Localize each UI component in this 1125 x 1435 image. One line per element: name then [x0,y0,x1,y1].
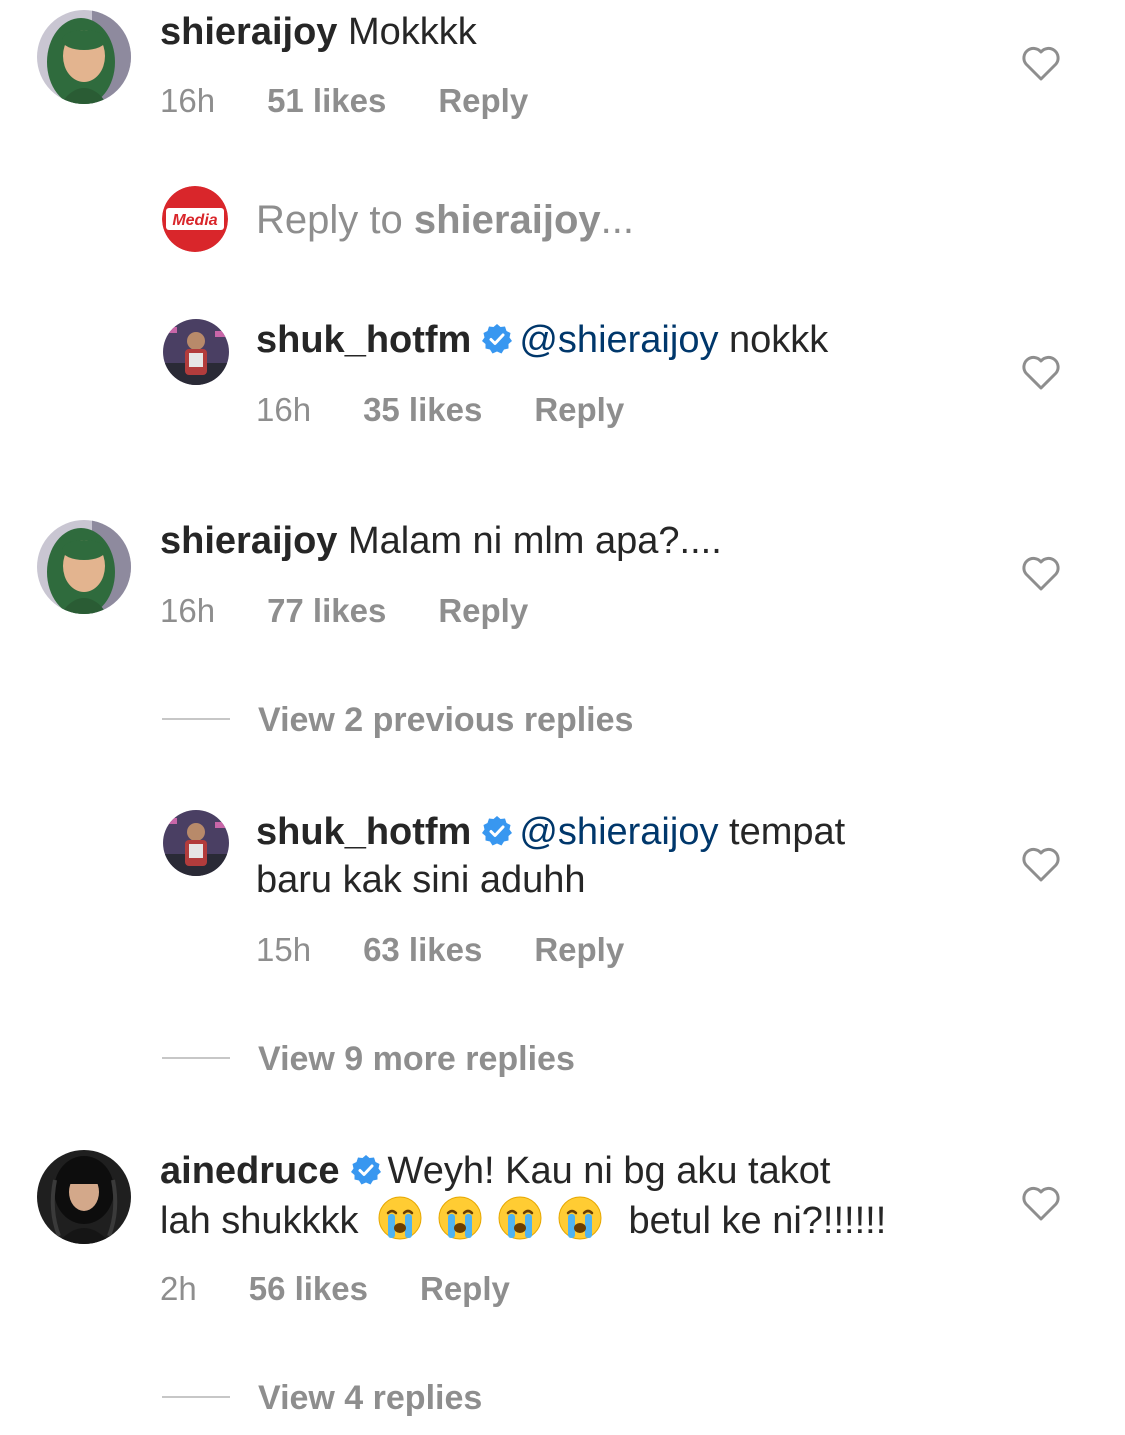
comment-body: nokkk [729,319,829,361]
avatar: Media [162,186,228,252]
comment-body: Weyh! Kau ni bg aku takot [387,1150,831,1192]
likes-count[interactable]: 77 likes [267,591,386,631]
reply-to-placeholder[interactable]: Reply to shieraijoy... [256,196,634,244]
heart-icon[interactable] [1021,847,1061,883]
comment-body: tempat [729,811,846,853]
avatar[interactable] [163,319,229,385]
comment-text: shieraijoy Malam ni mlm apa?.... [160,517,722,565]
username[interactable]: shuk_hotfm [256,811,471,853]
mention-link[interactable]: @shieraijoy [519,319,718,361]
comment-meta: 2h 56 likes Reply [160,1269,510,1309]
comment-time: 16h [160,82,216,119]
verified-badge-icon [350,1155,381,1185]
comment-body: Mokkkk [347,11,477,53]
reply-button[interactable]: Reply [420,1269,510,1309]
thread-divider [162,1057,230,1060]
user-avatar-woman-icon [37,1150,131,1244]
comment-time: 16h [160,592,216,629]
comment-meta: 15h 63 likes Reply [256,930,624,970]
comment-body: betul ke ni?!!!!!! [628,1200,887,1242]
reply-to-target: shieraijoy [413,198,601,242]
comment-time: 16h [256,391,312,428]
reply-to-prefix: Reply to [256,198,414,242]
comment-text-continued: lah shukkkk betul ke ni?!!!!!! [160,1195,886,1245]
username[interactable]: shieraijoy [160,11,337,53]
reply-to-suffix: ... [600,198,634,242]
crying-face-emoji-icon [558,1196,602,1240]
heart-icon[interactable] [1021,1186,1061,1222]
reply-button[interactable]: Reply [438,81,528,121]
user-avatar-hijab-icon [37,10,131,104]
comment-text: ainedruce Weyh! Kau ni bg aku takot [160,1147,830,1195]
reply-button[interactable]: Reply [438,591,528,631]
comment-body: lah shukkkk [160,1200,359,1242]
reply-button[interactable]: Reply [534,930,624,970]
username[interactable]: shuk_hotfm [256,319,471,361]
comment-meta: 16h 51 likes Reply [160,81,528,121]
crying-face-emoji-icon [438,1196,482,1240]
view-more-replies-link[interactable]: View 9 more replies [162,1039,575,1079]
comment-meta: 16h 35 likes Reply [256,390,624,430]
comment-text: shuk_hotfm @shieraijoy tempat [256,808,845,856]
comment-time: 15h [256,931,312,968]
comment-meta: 16h 77 likes Reply [160,591,528,631]
username[interactable]: shieraijoy [160,520,337,562]
comment-body: baru kak sini aduhh [256,859,586,901]
verified-badge-icon [482,816,513,846]
view-replies-label: View 4 replies [258,1379,483,1417]
view-more-replies-label: View 9 more replies [258,1040,575,1078]
thread-divider [162,718,230,721]
avatar[interactable] [37,10,131,104]
user-avatar-hijab-icon [37,520,131,614]
likes-count[interactable]: 51 likes [267,81,386,121]
crying-face-emoji-icon [498,1196,542,1240]
comment-body: Malam ni mlm apa?.... [347,520,722,562]
likes-count[interactable]: 56 likes [249,1269,368,1309]
media-logo-text: Media [172,212,217,229]
comment-time: 2h [160,1270,197,1307]
mention-link[interactable]: @shieraijoy [519,811,718,853]
user-avatar-stage-icon [163,810,229,876]
view-replies-link[interactable]: View 4 replies [162,1378,482,1418]
likes-count[interactable]: 63 likes [363,930,482,970]
view-previous-replies-label: View 2 previous replies [258,701,634,739]
avatar[interactable] [37,1150,131,1244]
heart-icon[interactable] [1021,46,1061,82]
likes-count[interactable]: 35 likes [363,390,482,430]
username[interactable]: ainedruce [160,1150,340,1192]
heart-icon[interactable] [1021,556,1061,592]
comment-text: shuk_hotfm @shieraijoy nokkk [256,316,828,364]
user-avatar-stage-icon [163,319,229,385]
thread-divider [162,1396,230,1399]
reply-button[interactable]: Reply [534,390,624,430]
comment-text: shieraijoy Mokkkk [160,8,477,56]
avatar[interactable] [37,520,131,614]
avatar[interactable] [163,810,229,876]
heart-icon[interactable] [1021,355,1061,391]
crying-face-emoji-icon [378,1196,422,1240]
media-logo-icon: Media [162,186,228,252]
view-previous-replies-link[interactable]: View 2 previous replies [162,700,633,740]
comment-text-continued: baru kak sini aduhh [256,856,586,904]
verified-badge-icon [482,324,513,354]
